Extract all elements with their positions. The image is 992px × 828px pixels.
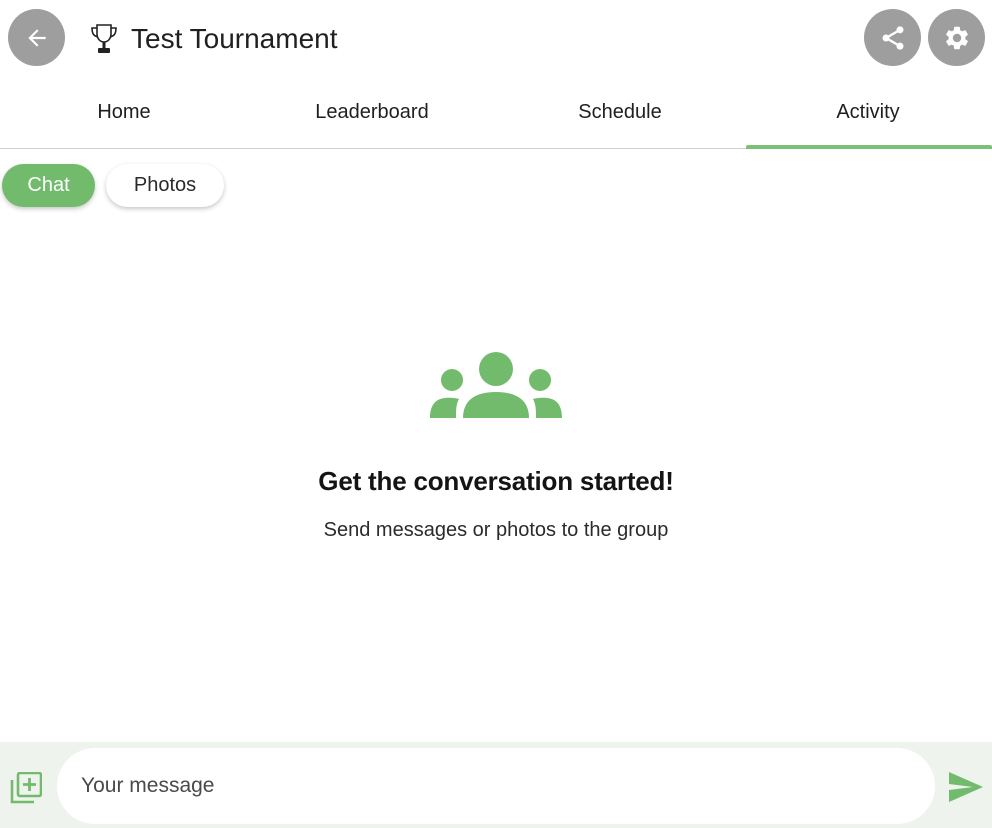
share-icon (882, 25, 903, 50)
trophy-icon (91, 24, 117, 53)
tab-schedule[interactable]: Schedule (496, 84, 744, 140)
app-bar: Test Tournament (0, 0, 992, 78)
chip-label: Chat (27, 174, 70, 196)
tab-label: Leaderboard (315, 100, 429, 123)
tab-bar: Home Leaderboard Schedule Activity (0, 84, 992, 149)
tab-label: Activity (836, 100, 900, 123)
back-button[interactable] (8, 9, 65, 66)
send-icon[interactable] (948, 771, 984, 803)
tab-leaderboard[interactable]: Leaderboard (248, 84, 496, 140)
arrow-back-icon (27, 28, 46, 47)
share-button[interactable] (864, 9, 921, 66)
empty-state-subtitle: Send messages or photos to the group (323, 519, 669, 541)
tab-label: Home (97, 100, 151, 123)
add-photo-icon[interactable] (10, 772, 42, 804)
photos-chip[interactable]: Photos (106, 164, 224, 207)
message-input[interactable] (57, 748, 935, 824)
chat-chip[interactable]: Chat (2, 164, 95, 207)
settings-icon (945, 26, 968, 49)
group-icon (430, 352, 562, 418)
tab-label: Schedule (578, 100, 662, 123)
page-title: Test Tournament (131, 23, 338, 54)
chip-label: Photos (133, 174, 197, 196)
tab-activity[interactable]: Activity (744, 84, 992, 140)
empty-state-title: Get the conversation started! (318, 466, 674, 496)
tab-indicator (746, 145, 992, 149)
settings-button[interactable] (928, 9, 985, 66)
tab-home[interactable]: Home (0, 84, 248, 140)
